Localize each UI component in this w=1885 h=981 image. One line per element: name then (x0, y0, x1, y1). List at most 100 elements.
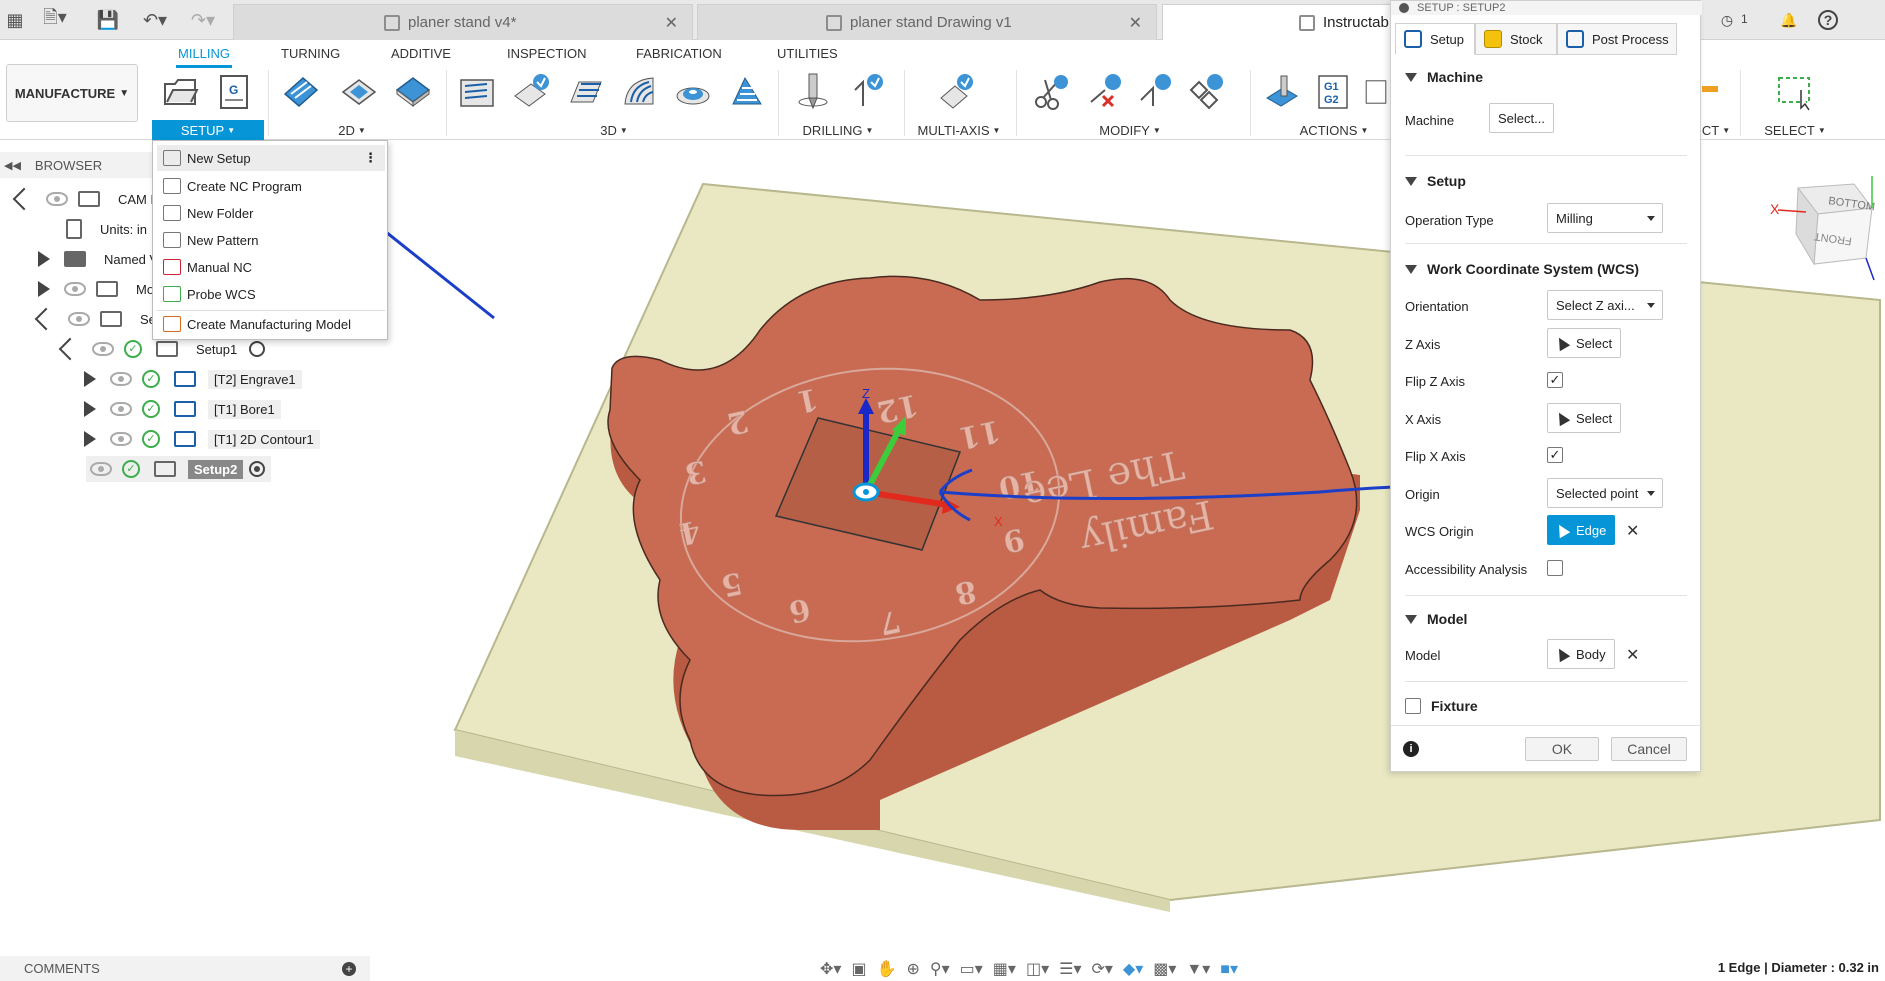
simulate-tool[interactable] (1262, 70, 1304, 114)
machine-select-button[interactable]: Select... (1489, 103, 1554, 133)
section-setup-header[interactable]: Setup (1405, 173, 1466, 189)
cancel-button[interactable]: Cancel (1611, 737, 1687, 761)
close-icon[interactable]: ✕ (665, 13, 678, 33)
tab-utilities[interactable]: UTILITIES (777, 46, 838, 61)
camera-icon[interactable]: ▩▾ (1153, 959, 1176, 979)
tool-display-icon[interactable]: ▼▾ (1186, 959, 1210, 979)
contour-tool[interactable] (726, 70, 768, 114)
add-comment-icon[interactable]: + (342, 961, 356, 976)
new-setup-tool[interactable] (160, 70, 202, 114)
setup-sheet-tool[interactable] (1362, 70, 1390, 114)
2d-adaptive-tool[interactable] (280, 70, 322, 114)
tab-milling[interactable]: MILLING (175, 46, 233, 68)
save-icon[interactable]: 💾 (96, 8, 120, 32)
z-axis-select-button[interactable]: Select (1547, 328, 1622, 358)
menu-item-new-folder[interactable]: New Folder (157, 200, 385, 226)
operation-type-select[interactable]: Milling (1547, 203, 1663, 233)
tab-turning[interactable]: TURNING (281, 46, 340, 61)
multi-axis-tool[interactable] (936, 70, 978, 114)
viewports-icon[interactable]: ◫▾ (1026, 959, 1049, 979)
redo-icon[interactable]: ↷▾ (186, 8, 220, 32)
drill-tool[interactable] (792, 70, 834, 114)
measure-tool[interactable] (1700, 70, 1720, 114)
menu-item-create-nc-program[interactable]: Create NC Program (157, 173, 385, 199)
document-tab[interactable]: planer stand v4* ✕ (233, 4, 693, 40)
close-icon[interactable]: ✕ (1129, 13, 1142, 33)
stock-display-icon[interactable]: ◆▾ (1123, 959, 1143, 979)
app-grid-icon[interactable]: ▦ (4, 8, 26, 32)
section-fixture-header[interactable]: Fixture (1405, 698, 1478, 714)
model-select-button[interactable]: Body (1547, 639, 1615, 669)
setup-group-dropdown[interactable]: SETUP ▼ (152, 120, 264, 140)
radial-tool[interactable] (672, 70, 714, 114)
delete-toolpath-tool[interactable] (1084, 70, 1126, 114)
info-icon[interactable]: i (1403, 741, 1419, 757)
flip-x-axis-checkbox[interactable]: ✓ (1547, 447, 1563, 463)
drilling-group-dropdown[interactable]: DRILLING ▼ (800, 120, 876, 140)
multi-axis-group-dropdown[interactable]: MULTI-AXIS ▼ (910, 120, 1008, 140)
tab-stock[interactable]: Stock (1475, 23, 1557, 55)
3d-pocket-tool[interactable] (510, 70, 552, 114)
tab-inspection[interactable]: INSPECTION (507, 46, 586, 61)
menu-item-manual-nc[interactable]: Manual NC (157, 254, 385, 280)
2d-group-dropdown[interactable]: 2D ▼ (330, 120, 374, 140)
3d-group-dropdown[interactable]: 3D ▼ (592, 120, 636, 140)
orientation-select[interactable]: Select Z axi... (1547, 290, 1663, 320)
pan-icon[interactable]: ✋ (877, 959, 897, 979)
tab-post-process[interactable]: Post Process (1557, 23, 1677, 55)
undo-icon[interactable]: ↶▾ (138, 8, 172, 32)
viewcube[interactable]: BOTTOM FRONT X (1762, 168, 1882, 288)
origin-select[interactable]: Selected point (1547, 478, 1663, 508)
tab-additive[interactable]: ADDITIVE (391, 46, 451, 61)
menu-item-create-manufacturing-model[interactable]: Create Manufacturing Model (157, 311, 385, 337)
clear-selection-icon[interactable]: ✕ (1626, 645, 1639, 665)
2d-pocket-tool[interactable] (338, 70, 380, 114)
clear-selection-icon[interactable]: ✕ (1626, 521, 1639, 541)
refresh-icon[interactable]: ⟳▾ (1091, 959, 1112, 979)
x-axis-select-button[interactable]: Select (1547, 403, 1622, 433)
section-model-header[interactable]: Model (1405, 611, 1467, 627)
workspace-switcher[interactable]: MANUFACTURE ▼ (6, 64, 138, 122)
orbit-icon[interactable]: ✥▾ (820, 959, 841, 979)
wcs-origin-select-button[interactable]: Edge (1547, 515, 1616, 545)
toolpath-display-icon[interactable]: ☰▾ (1059, 959, 1081, 979)
tab-setup[interactable]: Setup (1395, 23, 1475, 55)
thread-tool[interactable] (846, 70, 888, 114)
file-menu-icon[interactable]: 🗎▾ (40, 7, 70, 32)
more-options-icon[interactable]: ⋮ (364, 150, 377, 166)
accessibility-analysis-checkbox[interactable] (1547, 560, 1563, 576)
actions-group-dropdown[interactable]: ACTIONS ▼ (1292, 120, 1376, 140)
3d-adaptive-tool[interactable] (456, 70, 498, 114)
menu-item-probe-wcs[interactable]: Probe WCS (157, 281, 385, 307)
menu-item-new-pattern[interactable]: New Pattern (157, 227, 385, 253)
pattern-tool[interactable] (1184, 70, 1226, 114)
modify-group-dropdown[interactable]: MODIFY ▼ (1094, 120, 1166, 140)
notification-bell-icon[interactable]: 🔔 (1777, 8, 1801, 32)
zoom-window-icon[interactable]: ⚲▾ (930, 959, 950, 979)
display-settings-icon[interactable]: ▭▾ (960, 959, 983, 979)
ok-button[interactable]: OK (1525, 737, 1599, 761)
flip-z-axis-checkbox[interactable]: ✓ (1547, 372, 1563, 388)
comments-panel-header[interactable]: COMMENTS + (0, 956, 370, 981)
section-wcs-header[interactable]: Work Coordinate System (WCS) (1405, 261, 1639, 277)
job-status-icon[interactable]: ◷ (1715, 8, 1739, 32)
trim-tool[interactable] (1030, 70, 1072, 114)
document-tab[interactable]: planer stand Drawing v1 ✕ (697, 4, 1157, 40)
parallel-tool[interactable] (618, 70, 660, 114)
document-tab-active[interactable]: Instructab (1162, 4, 1392, 40)
menu-item-new-setup[interactable]: New Setup ⋮ (157, 145, 385, 171)
nc-program-tool[interactable]: G (212, 70, 254, 114)
section-machine-header[interactable]: Machine (1405, 69, 1483, 85)
steep-shallow-tool[interactable] (564, 70, 606, 114)
post-process-tool[interactable]: G1 G2 (1312, 70, 1354, 114)
move-tool[interactable] (1134, 70, 1176, 114)
select-tool[interactable] (1774, 70, 1816, 114)
fixture-checkbox[interactable] (1405, 698, 1421, 714)
machine-display-icon[interactable]: ■▾ (1220, 959, 1238, 979)
panel-collapse-icon[interactable] (1399, 3, 1409, 13)
grid-icon[interactable]: ▦▾ (993, 959, 1016, 979)
help-icon[interactable]: ? (1818, 10, 1838, 30)
look-at-icon[interactable]: ▣ (851, 959, 866, 979)
tab-fabrication[interactable]: FABRICATION (636, 46, 722, 61)
inspect-group-dropdown[interactable]: CT ▼ (1702, 120, 1730, 140)
